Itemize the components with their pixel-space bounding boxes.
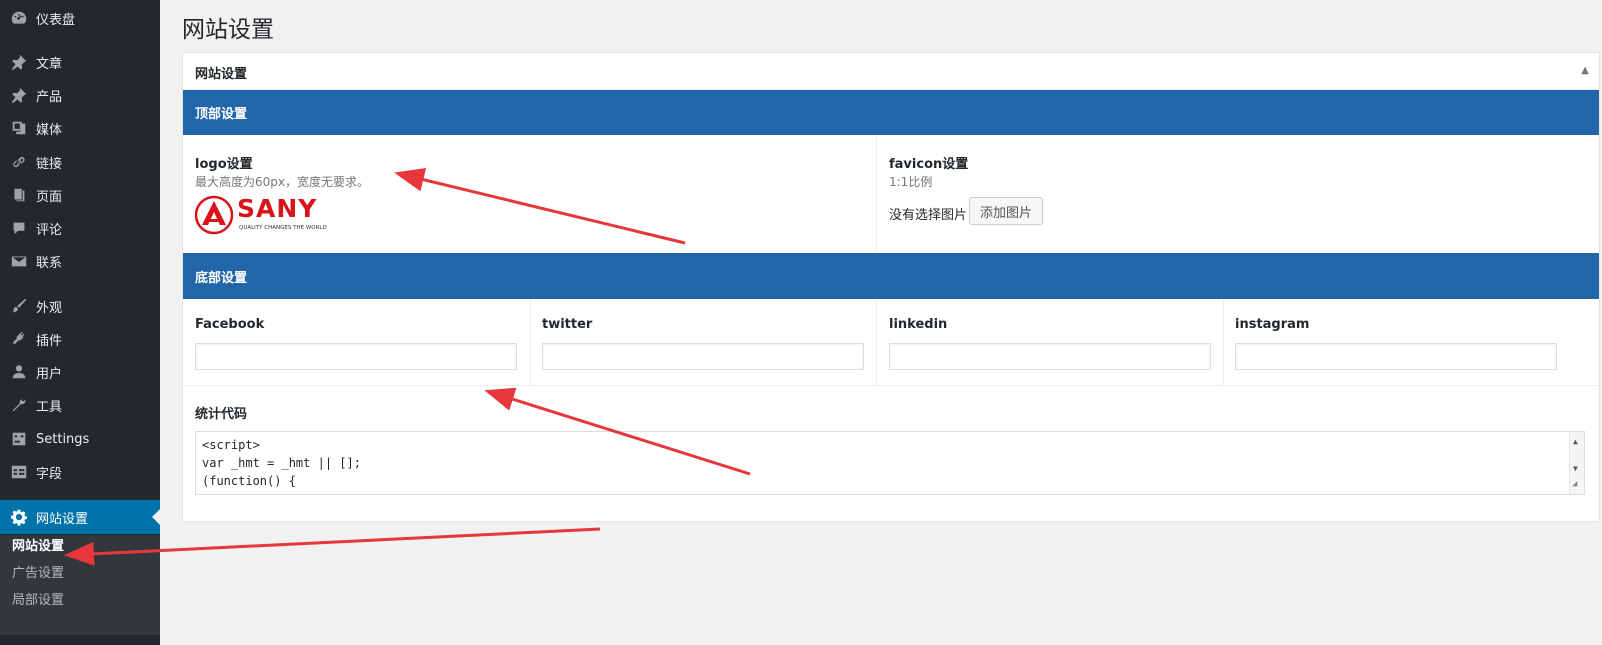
pushpin-icon	[9, 85, 29, 105]
collapse-arrow-icon[interactable]: ▲	[1581, 65, 1589, 76]
wrench-icon	[9, 395, 29, 415]
user-icon	[9, 362, 29, 382]
scroll-up-icon[interactable]: ▲	[1573, 433, 1578, 451]
instagram-label: instagram	[1235, 317, 1310, 332]
gear-icon	[9, 507, 29, 527]
menu-users[interactable]: 用户	[0, 355, 160, 389]
logo-brand-text: SANY	[237, 194, 318, 223]
menu-label: 评论	[36, 222, 63, 238]
menu-label: 产品	[36, 89, 63, 105]
twitter-input[interactable]	[542, 343, 864, 370]
submenu-ad-settings[interactable]: 广告设置	[12, 562, 64, 581]
add-image-button[interactable]: 添加图片	[969, 197, 1044, 225]
logo-image[interactable]: SANY QUALITY CHANGES THE WORLD	[194, 194, 345, 236]
favicon-description: 1:1比例	[889, 175, 933, 189]
menu-settings[interactable]: Settings	[0, 422, 160, 456]
code-line: var _hmt = _hmt || [];	[202, 456, 361, 470]
plugin-icon	[9, 329, 29, 349]
favicon-label: favicon设置	[889, 157, 969, 172]
logo-tagline: QUALITY CHANGES THE WORLD	[239, 225, 327, 231]
comment-icon	[9, 218, 29, 238]
logo-label: logo设置	[195, 157, 253, 172]
menu-contact[interactable]: 联系	[0, 244, 160, 278]
current-indicator	[152, 509, 160, 525]
logo-description: 最大高度为60px，宽度无要求。	[195, 175, 369, 189]
linkedin-input[interactable]	[889, 343, 1211, 370]
panel-title: 网站设置	[195, 67, 248, 82]
settings-panel: 网站设置 ▲ 顶部设置 logo设置 最大高度为60px，宽度无要求。 SANY…	[182, 52, 1600, 522]
page-icon	[9, 185, 29, 205]
menu-label: 仪表盘	[36, 12, 76, 28]
stats-code-label: 统计代码	[195, 407, 248, 422]
menu-label: Settings	[36, 431, 90, 447]
menu-label: 外观	[36, 300, 63, 316]
linkedin-label: linkedin	[889, 317, 948, 332]
favicon-status: 没有选择图片	[889, 208, 968, 223]
mail-icon	[9, 251, 29, 271]
menu-appearance[interactable]: 外观	[0, 289, 160, 323]
top-section-header: 顶部设置	[183, 90, 1599, 135]
resize-handle-icon[interactable]: ◢	[1572, 475, 1577, 493]
menu-links[interactable]: 链接	[0, 145, 160, 179]
code-line: <script>	[202, 438, 260, 452]
menu-label: 工具	[36, 399, 63, 415]
divider	[876, 135, 877, 253]
divider	[1223, 299, 1224, 385]
menu-label: 联系	[36, 255, 63, 271]
menu-fields[interactable]: 字段	[0, 455, 160, 489]
page-title: 网站设置	[182, 17, 274, 43]
facebook-label: Facebook	[195, 317, 265, 332]
divider	[530, 299, 531, 385]
menu-plugins[interactable]: 插件	[0, 322, 160, 356]
divider	[876, 299, 877, 385]
submenu-site-settings[interactable]: 网站设置	[12, 535, 64, 554]
menu-label: 字段	[36, 466, 63, 482]
link-icon	[9, 152, 29, 172]
facebook-input[interactable]	[195, 343, 517, 370]
menu-media[interactable]: 媒体	[0, 111, 160, 145]
menu-posts[interactable]: 文章	[0, 45, 160, 79]
stats-code-textarea[interactable]: <script> var _hmt = _hmt || []; (functio…	[195, 431, 1585, 495]
table-icon	[9, 462, 29, 482]
bottom-section-header: 底部设置	[183, 253, 1599, 299]
twitter-label: twitter	[542, 317, 593, 332]
menu-label: 插件	[36, 333, 63, 349]
code-line: (function() {	[202, 474, 296, 488]
panel-header[interactable]: 网站设置 ▲	[183, 53, 1599, 90]
menu-label: 链接	[36, 156, 63, 172]
settings-sliders-icon	[9, 429, 29, 449]
menu-tools[interactable]: 工具	[0, 388, 160, 422]
textarea-scrollbar[interactable]: ▲ ▼ ◢	[1569, 432, 1584, 494]
dashboard-icon	[9, 8, 29, 28]
menu-label: 媒体	[36, 122, 63, 138]
pushpin-icon	[9, 52, 29, 72]
submenu-local-settings[interactable]: 局部设置	[12, 589, 64, 608]
menu-comments[interactable]: 评论	[0, 211, 160, 245]
menu-label: 网站设置	[36, 511, 89, 527]
menu-site-settings[interactable]: 网站设置	[0, 500, 160, 534]
media-icon	[9, 118, 29, 138]
admin-sidebar: 仪表盘 文章 产品 媒体 链接 页面 评论 联系 外观 插件 用户 工具 Set…	[0, 0, 160, 645]
brush-icon	[9, 296, 29, 316]
instagram-input[interactable]	[1235, 343, 1557, 370]
menu-pages[interactable]: 页面	[0, 178, 160, 212]
menu-label: 页面	[36, 189, 63, 205]
submenu: 网站设置 广告设置 局部设置	[0, 535, 160, 635]
menu-label: 文章	[36, 56, 63, 72]
menu-label: 用户	[36, 366, 63, 382]
menu-dashboard[interactable]: 仪表盘	[0, 1, 160, 35]
divider	[183, 385, 1599, 386]
menu-products[interactable]: 产品	[0, 78, 160, 112]
